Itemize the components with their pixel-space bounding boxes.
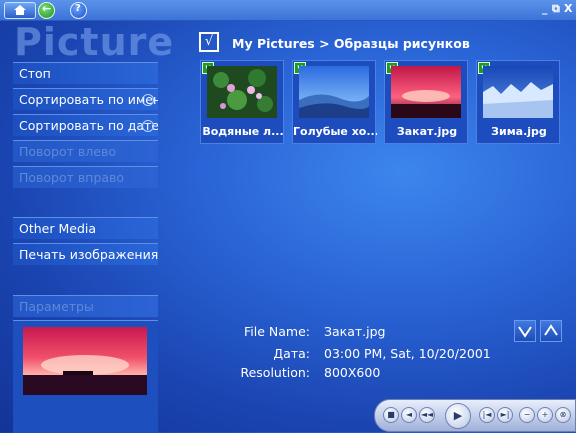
thumbnail-item[interactable]: v Голубые хо... xyxy=(292,60,377,144)
close-button[interactable]: X xyxy=(564,2,572,15)
play-icon[interactable]: ▶ xyxy=(445,403,471,429)
sidebar-item-rotate-right: Поворот вправо xyxy=(13,166,158,188)
sidebar-item-params: Параметры xyxy=(13,295,158,317)
previous-icon[interactable]: ◄ xyxy=(401,407,417,423)
sidebar-item-print[interactable]: Печать изображения xyxy=(13,243,158,265)
thumbnail-item[interactable]: v Зима.jpg xyxy=(476,60,560,144)
sidebar-item-rotate-left: Поворот влево xyxy=(13,140,158,162)
skip-forward-icon[interactable]: ►| xyxy=(497,407,513,423)
preview-image xyxy=(23,327,147,395)
scroll-down-button[interactable] xyxy=(514,320,536,342)
mute-icon[interactable]: ⊗ xyxy=(555,407,571,423)
sidebar-item-label: Сортировать по дате xyxy=(19,118,158,133)
help-icon[interactable]: ? xyxy=(70,2,87,19)
rewind-icon[interactable]: ◄◄ xyxy=(419,407,435,423)
thumbnail-item[interactable]: v Закат.jpg xyxy=(384,60,468,144)
sidebar-item-label: Сортировать по имени xyxy=(19,92,158,107)
volume-up-icon[interactable]: + xyxy=(537,407,553,423)
water-lilies-image xyxy=(207,66,277,118)
winter-image xyxy=(483,66,553,118)
help-glyph: ? xyxy=(75,3,81,14)
sidebar-item-label: Печать изображения xyxy=(19,247,158,262)
select-all-checkbox[interactable]: √ xyxy=(199,32,219,52)
back-icon[interactable]: ← xyxy=(38,2,55,19)
sidebar-item-other-media[interactable]: Other Media xyxy=(13,217,158,239)
thumbnail-caption: Голубые хо... xyxy=(293,125,377,138)
scroll-indicator-icon xyxy=(142,94,154,106)
resolution-value: 800X600 xyxy=(324,365,381,380)
transport-bar: ■ ◄ ◄◄ ▶ |◄ ►| − + ⊗ xyxy=(374,399,576,432)
home-icon[interactable] xyxy=(4,2,36,19)
file-name-value: Закат.jpg xyxy=(324,324,386,339)
sidebar-item-label: Поворот влево xyxy=(19,144,116,159)
thumbnail-caption: Зима.jpg xyxy=(491,125,547,138)
restore-button[interactable]: ⧉ xyxy=(552,2,560,16)
sidebar-item-label: Поворот вправо xyxy=(19,170,125,185)
sidebar-item-label: Стоп xyxy=(19,66,51,81)
date-value: 03:00 PM, Sat, 10/20/2001 xyxy=(324,346,491,361)
thumbnail-caption: Закат.jpg xyxy=(396,125,458,138)
sidebar-item-stop[interactable]: Стоп xyxy=(13,62,158,84)
scroll-up-button[interactable] xyxy=(540,320,562,342)
top-bar: ← ? _ ⧉ X xyxy=(0,0,576,21)
volume-down-icon[interactable]: − xyxy=(519,407,535,423)
breadcrumb-path[interactable]: My Pictures > Образцы рисунков xyxy=(232,36,470,51)
sidebar-item-label: Параметры xyxy=(19,299,94,314)
stop-icon[interactable]: ■ xyxy=(383,407,399,423)
blue-hills-image xyxy=(299,66,369,118)
minimize-button[interactable]: _ xyxy=(542,2,548,15)
sunset-image xyxy=(391,66,461,118)
sidebar-item-sort-date[interactable]: Сортировать по дате xyxy=(13,114,158,136)
skip-back-icon[interactable]: |◄ xyxy=(479,407,495,423)
date-label: Дата: xyxy=(273,346,310,361)
page-title: Picture xyxy=(14,20,175,64)
file-name-label: File Name: xyxy=(244,324,310,339)
thumbnail-caption: Водяные л... xyxy=(202,125,284,138)
sidebar-item-label: Other Media xyxy=(19,221,97,236)
thumbnail-item[interactable]: v Водяные л... xyxy=(200,60,284,144)
resolution-label: Resolution: xyxy=(240,365,310,380)
scroll-indicator-icon xyxy=(142,120,154,132)
sidebar-item-sort-name[interactable]: Сортировать по имени xyxy=(13,88,158,110)
preview-panel xyxy=(13,320,158,433)
